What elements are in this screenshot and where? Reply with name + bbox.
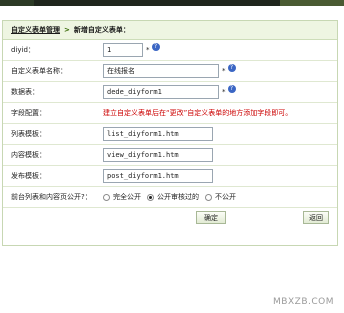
fields-label: 字段配置：	[11, 109, 46, 117]
public-option-approved[interactable]: 公开审核过的	[147, 192, 199, 202]
required-mark: *	[222, 67, 226, 75]
watermark: MBXZB.COM	[273, 297, 334, 307]
row-list-template: 列表模板： list_diyform1.htm	[3, 124, 337, 145]
form-name-input[interactable]: 在线报名	[103, 64, 219, 78]
list-template-input[interactable]: list_diyform1.htm	[103, 127, 213, 141]
public-option-all[interactable]: 完全公开	[103, 192, 141, 202]
help-icon[interactable]: ?	[227, 64, 236, 72]
breadcrumb-current: 新增自定义表单：	[73, 26, 130, 34]
post-template-label: 发布模板：	[11, 172, 46, 180]
top-bar	[0, 0, 344, 6]
confirm-button[interactable]: 确定	[196, 211, 226, 224]
view-template-input[interactable]: view_diyform1.htm	[103, 148, 213, 162]
post-template-input[interactable]: post_diyform1.htm	[103, 169, 213, 183]
required-mark: *	[146, 46, 150, 54]
diyid-input[interactable]: 1	[103, 43, 143, 57]
public-option-none[interactable]: 不公开	[205, 192, 236, 202]
breadcrumb-separator: >	[64, 26, 70, 34]
radio-button[interactable]	[205, 193, 212, 201]
top-bar-left	[0, 0, 34, 6]
radio-button[interactable]	[103, 193, 110, 201]
help-icon[interactable]: ?	[227, 85, 236, 93]
radio-button-checked[interactable]	[147, 193, 154, 201]
row-view-template: 内容模板： view_diyform1.htm	[3, 145, 337, 166]
public-label: 前台列表和内容页公开?：	[11, 193, 92, 201]
table-label: 数据表：	[11, 88, 39, 96]
form-bottom-area	[3, 230, 337, 263]
table-input[interactable]: dede_diyform1	[103, 85, 219, 99]
required-mark: *	[222, 88, 226, 96]
top-bar-highlight	[280, 0, 344, 6]
button-row: 确定 返回	[3, 208, 337, 230]
diyid-label: diyid：	[11, 46, 35, 54]
row-public: 前台列表和内容页公开?： 完全公开 公开审核过的 不公开	[3, 187, 337, 208]
row-form-name: 自定义表单名称： 在线报名 * ?	[3, 61, 337, 82]
row-post-template: 发布模板： post_diyform1.htm	[3, 166, 337, 187]
public-radio-group: 完全公开 公开审核过的 不公开	[103, 192, 242, 202]
form-name-label: 自定义表单名称：	[11, 67, 67, 75]
form-panel: 自定义表单管理 > 新增自定义表单： diyid： 1 * ? 自定义表单名称：…	[2, 20, 338, 246]
row-table: 数据表： dede_diyform1 * ?	[3, 82, 337, 103]
back-button[interactable]: 返回	[303, 211, 329, 224]
view-template-label: 内容模板：	[11, 151, 46, 159]
breadcrumb-parent-link[interactable]: 自定义表单管理	[11, 25, 60, 35]
help-icon[interactable]: ?	[151, 43, 160, 51]
fields-tip: 建立自定义表单后在“更改”自定义表单的地方添加字段即可。	[103, 109, 293, 117]
breadcrumb: 自定义表单管理 > 新增自定义表单：	[3, 21, 337, 40]
row-fields: 字段配置： 建立自定义表单后在“更改”自定义表单的地方添加字段即可。	[3, 103, 337, 124]
row-diyid: diyid： 1 * ?	[3, 40, 337, 61]
list-template-label: 列表模板：	[11, 130, 46, 138]
